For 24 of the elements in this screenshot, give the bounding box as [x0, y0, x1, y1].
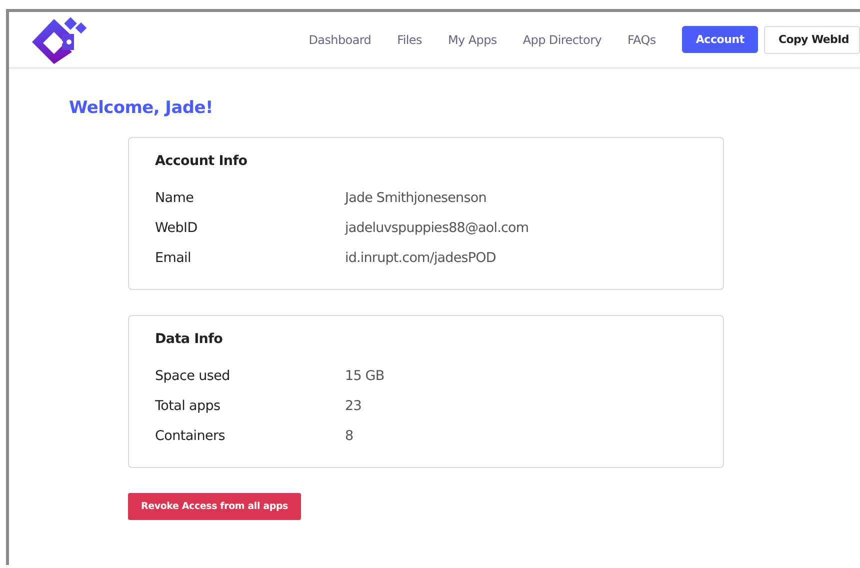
- card-title: Account Info: [155, 153, 248, 169]
- copy-webid-button[interactable]: Copy WebId: [764, 26, 860, 54]
- field-label: Email: [155, 250, 192, 266]
- field-label: WebID: [155, 220, 198, 236]
- welcome-heading: Welcome, Jade!: [69, 98, 214, 118]
- field-value: 15 GB: [345, 368, 386, 384]
- field-label: Total apps: [155, 398, 222, 414]
- nav-link[interactable]: App Directory: [522, 32, 602, 46]
- nav-link[interactable]: Dashboard: [308, 32, 372, 46]
- field-label: Containers: [155, 428, 226, 444]
- field-value: id.inrupt.com/jadesPOD: [345, 250, 497, 266]
- logo-icon: [30, 16, 88, 64]
- nav-link[interactable]: Files: [397, 32, 422, 46]
- field-value: 23: [345, 398, 362, 414]
- field-label: Space used: [155, 368, 231, 384]
- account-tab[interactable]: Account: [682, 26, 758, 53]
- nav-link[interactable]: FAQs: [628, 32, 656, 46]
- card-title: Data Info: [155, 331, 224, 347]
- field-value: jadeluvspuppies88@aol.com: [345, 220, 530, 236]
- field-value: 8: [345, 428, 354, 444]
- field-value: Jade Smithjonesenson: [345, 190, 488, 206]
- field-label: Name: [155, 190, 195, 206]
- nav-link[interactable]: My Apps: [448, 32, 497, 46]
- revoke-access-button[interactable]: Revoke Access from all apps: [128, 493, 302, 520]
